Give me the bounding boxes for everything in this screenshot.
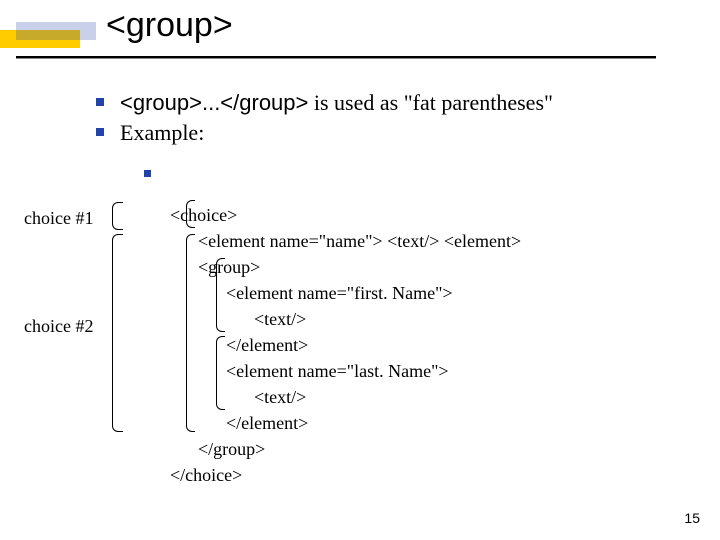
code-line: <element name="name"> <text/> <element> [170,228,521,254]
corner-decoration [0,22,96,58]
bullet-1-text: is used as "fat parentheses" [308,90,553,115]
slide-title: <group> [106,6,233,45]
brace-icon [112,202,123,230]
code-line: <choice> [170,205,237,225]
brace-icon [216,336,225,410]
code-line: </choice> [170,465,242,485]
bullet-2-text: Example: [120,120,204,145]
annotation-choice-2: choice #2 [24,316,93,337]
annotation-choice-1: choice #1 [24,208,93,229]
bullet-square-icon [144,170,151,177]
bullet-1: <group>...</group> is used as "fat paren… [96,88,696,118]
code-line: <element name="first. Name"> [170,280,453,306]
bullet-square-icon [96,128,104,136]
accent-blue [16,22,96,40]
title-underline [16,56,656,58]
brace-icon [186,200,195,228]
page-number: 15 [684,510,700,526]
brace-icon [112,234,123,432]
brace-icon [186,234,195,432]
bullet-1-code: <group>...</group> [120,90,308,115]
code-line: <element name="last. Name"> [170,358,449,384]
body: <group>...</group> is used as "fat paren… [96,88,696,166]
code-line: </group> [170,436,265,462]
code-block: <choice> <element name="name"> <text/> <… [170,176,521,488]
brace-icon [216,258,225,332]
bullet-square-icon [96,98,104,106]
bullet-2: Example: [96,118,696,148]
